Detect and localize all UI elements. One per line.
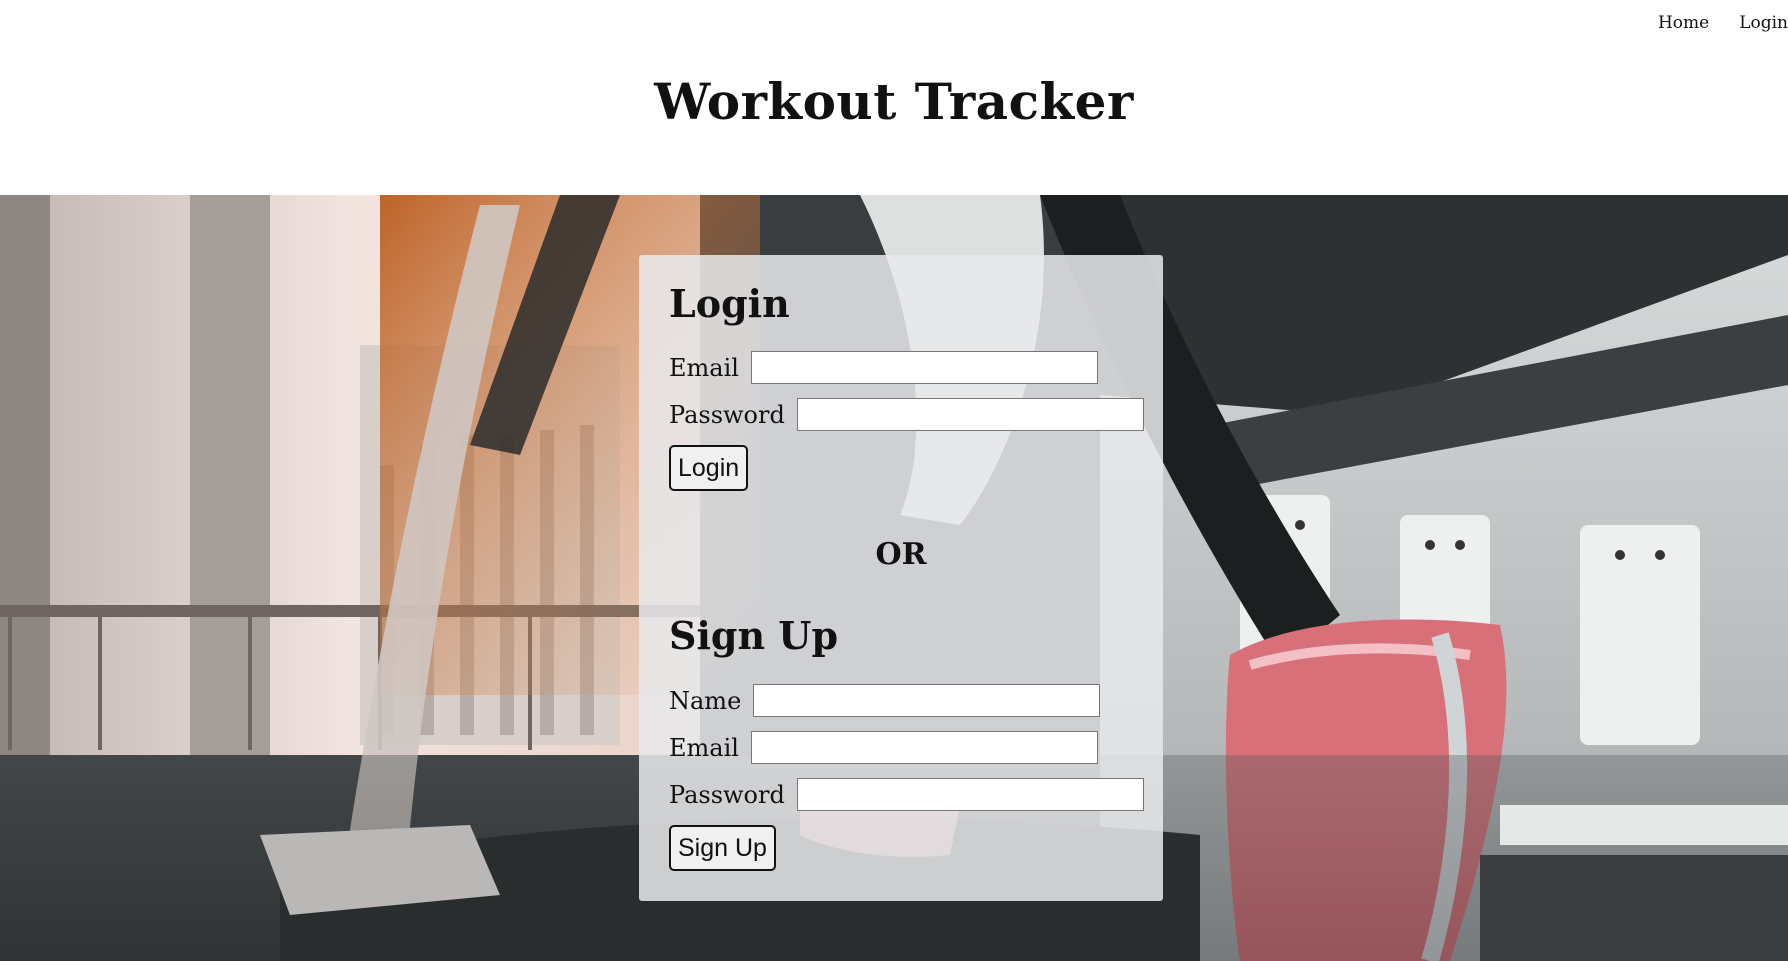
login-heading: Login [669,281,790,326]
login-email-row: Email [669,351,1098,384]
nav-link-login[interactable]: Login [1739,13,1788,33]
login-password-input[interactable] [796,398,1144,431]
signup-password-label: Password [669,780,785,809]
or-divider: OR [875,537,927,572]
hero-section: Login Email Password Login OR Sign Up Na… [0,195,1788,961]
login-button[interactable]: Login [669,445,749,491]
signup-password-row: Password [669,778,1144,811]
login-password-label: Password [669,400,785,429]
auth-panel: Login Email Password Login OR Sign Up Na… [639,255,1163,901]
login-email-label: Email [669,353,739,382]
login-email-input[interactable] [750,351,1098,384]
top-nav-bar: Home Login [0,0,1788,50]
signup-email-label: Email [669,733,739,762]
nav-link-home[interactable]: Home [1658,13,1709,33]
login-password-row: Password [669,398,1144,431]
signup-password-input[interactable] [796,778,1144,811]
signup-email-row: Email [669,731,1098,764]
signup-name-row: Name [669,684,1101,717]
signup-heading: Sign Up [669,613,839,658]
top-nav: Home Login [1658,13,1788,33]
signup-name-input[interactable] [753,684,1101,717]
signup-name-label: Name [669,686,742,715]
page-title: Workout Tracker [654,72,1134,131]
signup-email-input[interactable] [750,731,1098,764]
signup-button[interactable]: Sign Up [669,825,776,871]
